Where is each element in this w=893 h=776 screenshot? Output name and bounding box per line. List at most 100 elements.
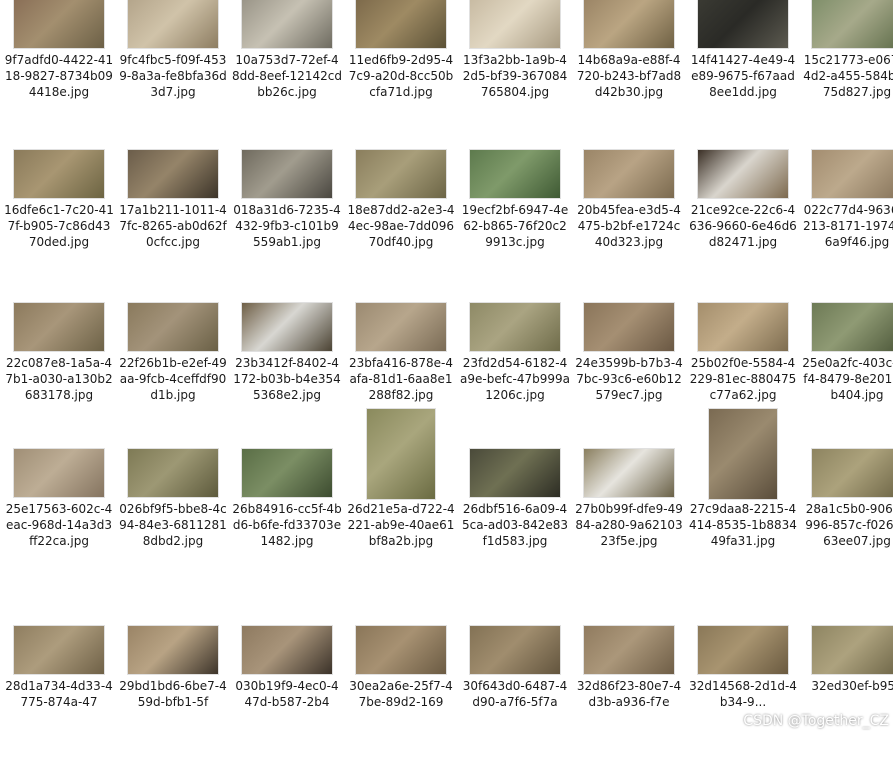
file-tile[interactable]: 13f3a2bb-1a9b-42d5-bf39-367084765804.jpg [458,0,572,150]
file-tile[interactable]: 25e0a2fc-403c-46f4-8479-8e2012fcb404.jpg [800,303,893,453]
file-tile[interactable]: 27c9daa8-2215-4414-8535-1b883449fa31.jpg [686,409,800,599]
image-thumbnail[interactable] [356,0,446,48]
file-tile[interactable]: 30ea2a6e-25f7-47be-89d2-169 [344,626,458,776]
thumbnail-container [458,449,572,497]
file-tile[interactable]: 14b68a9a-e88f-4720-b243-bf7ad8d42b30.jpg [572,0,686,150]
file-tile[interactable]: 25e17563-602c-4eac-968d-14a3d3ff22ca.jpg [2,449,116,599]
file-tile[interactable]: 9fc4fbc5-f09f-4539-8a3a-fe8bfa36d3d7.jpg [116,0,230,150]
image-thumbnail[interactable] [242,626,332,674]
file-tile[interactable]: 21ce92ce-22c6-4636-9660-6e46d6d82471.jpg [686,150,800,300]
file-tile[interactable]: 29bd1bd6-6be7-459d-bfb1-5f [116,626,230,776]
image-thumbnail[interactable] [128,449,218,497]
image-thumbnail[interactable] [128,150,218,198]
image-thumbnail[interactable] [242,449,332,497]
image-thumbnail[interactable] [584,303,674,351]
file-name-label: 20b45fea-e3d5-4475-b2bf-e1724c40d323.jpg [577,203,681,249]
file-tile[interactable]: 32ed30ef-b954 [800,626,893,776]
file-tile[interactable]: 18e87dd2-a2e3-44ec-98ae-7dd09670df40.jpg [344,150,458,300]
file-tile[interactable]: 030b19f9-4ec0-447d-b587-2b4 [230,626,344,776]
file-tile[interactable]: 23b3412f-8402-4172-b03b-b4e3545368e2.jpg [230,303,344,453]
file-name-label: 14f41427-4e49-4e89-9675-f67aad8ee1dd.jpg [690,53,796,99]
image-thumbnail[interactable] [242,0,332,48]
image-thumbnail[interactable] [470,303,560,351]
file-name-label: 21ce92ce-22c6-4636-9660-6e46d6d82471.jpg [689,203,797,249]
file-name-label: 030b19f9-4ec0-447d-b587-2b4 [235,679,339,709]
file-tile[interactable]: 30f643d0-6487-4d90-a7f6-5f7a [458,626,572,776]
file-tile[interactable]: 32d14568-2d1d-4b34-9... [686,626,800,776]
file-name-label: 18e87dd2-a2e3-44ec-98ae-7dd09670df40.jpg [347,203,455,249]
image-thumbnail[interactable] [698,303,788,351]
image-thumbnail[interactable] [128,303,218,351]
file-name-label: 32ed30ef-b954 [811,679,893,693]
image-thumbnail[interactable] [128,0,218,48]
thumbnail-container [230,626,344,674]
image-thumbnail[interactable] [356,150,446,198]
file-tile[interactable]: 26dbf516-6a09-45ca-ad03-842e83f1d583.jpg [458,449,572,599]
image-thumbnail[interactable] [470,0,560,48]
image-thumbnail[interactable] [584,0,674,48]
file-name-label: 25e0a2fc-403c-46f4-8479-8e2012fcb404.jpg [802,356,893,402]
thumbnail-container [572,150,686,198]
file-tile[interactable]: 24e3599b-b7b3-47bc-93c6-e60b12579ec7.jpg [572,303,686,453]
image-thumbnail[interactable] [584,150,674,198]
image-thumbnail[interactable] [812,303,893,351]
image-thumbnail[interactable] [14,0,104,48]
file-tile[interactable]: 16dfe6c1-7c20-417f-b905-7c86d4370ded.jpg [2,150,116,300]
image-thumbnail[interactable] [14,150,104,198]
thumbnail-container [800,0,893,48]
image-thumbnail[interactable] [242,150,332,198]
image-thumbnail[interactable] [242,303,332,351]
image-thumbnail[interactable] [14,449,104,497]
image-thumbnail[interactable] [584,449,674,497]
file-tile[interactable]: 20b45fea-e3d5-4475-b2bf-e1724c40d323.jpg [572,150,686,300]
file-tile[interactable]: 018a31d6-7235-4432-9fb3-c101b9559ab1.jpg [230,150,344,300]
file-tile[interactable]: 26b84916-cc5f-4bd6-b6fe-fd33703e1482.jpg [230,449,344,599]
image-thumbnail[interactable] [14,626,104,674]
file-tile[interactable]: 28a1c5b0-906f-4996-857c-f026b863ee07.jpg [800,449,893,599]
image-thumbnail[interactable] [709,409,777,499]
image-thumbnail[interactable] [470,449,560,497]
file-tile[interactable]: 27b0b99f-dfe9-4984-a280-9a6210323f5e.jpg [572,449,686,599]
thumbnail-container [686,303,800,351]
image-thumbnail[interactable] [367,409,435,499]
image-thumbnail[interactable] [698,0,788,48]
image-thumbnail[interactable] [14,303,104,351]
image-thumbnail[interactable] [470,626,560,674]
thumbnail-container [2,150,116,198]
image-thumbnail[interactable] [812,449,893,497]
image-thumbnail[interactable] [128,626,218,674]
image-thumbnail[interactable] [812,150,893,198]
file-tile[interactable]: 026bf9f5-bbe8-4c94-84e3-68112818dbd2.jpg [116,449,230,599]
file-tile[interactable]: 11ed6fb9-2d95-47c9-a20d-8cc50bcfa71d.jpg [344,0,458,150]
file-name-label: 23b3412f-8402-4172-b03b-b4e3545368e2.jpg [233,356,341,402]
image-thumbnail[interactable] [812,626,893,674]
file-tile[interactable]: 14f41427-4e49-4e89-9675-f67aad8ee1dd.jpg [686,0,800,150]
image-thumbnail[interactable] [470,150,560,198]
image-thumbnail[interactable] [812,0,893,48]
image-thumbnail[interactable] [356,303,446,351]
file-name-label: 022c77d4-9636-4213-8171-1974256a9f46.jpg [803,203,893,249]
file-name-label: 29bd1bd6-6be7-459d-bfb1-5f [119,679,227,709]
file-tile[interactable]: 23fd2d54-6182-4a9e-befc-47b999a1206c.jpg [458,303,572,453]
image-thumbnail[interactable] [698,150,788,198]
file-tile[interactable]: 10a753d7-72ef-48dd-8eef-12142cdbb26c.jpg [230,0,344,150]
file-tile[interactable]: 022c77d4-9636-4213-8171-1974256a9f46.jpg [800,150,893,300]
file-tile[interactable]: 28d1a734-4d33-4775-874a-47 [2,626,116,776]
thumbnail-container [230,303,344,351]
file-tile[interactable]: 22c087e8-1a5a-47b1-a030-a130b2683178.jpg [2,303,116,453]
file-tile[interactable]: 17a1b211-1011-47fc-8265-ab0d62f0cfcc.jpg [116,150,230,300]
image-thumbnail[interactable] [698,626,788,674]
file-tile[interactable]: 19ecf2bf-6947-4e62-b865-76f20c29913c.jpg [458,150,572,300]
file-tile[interactable]: 32d86f23-80e7-4d3b-a936-f7e [572,626,686,776]
thumbnail-container [458,0,572,48]
image-thumbnail[interactable] [584,626,674,674]
file-tile[interactable]: 26d21e5a-d722-4221-ab9e-40ae61bf8a2b.jpg [344,409,458,599]
file-name-label: 16dfe6c1-7c20-417f-b905-7c86d4370ded.jpg [4,203,114,249]
image-thumbnail[interactable] [356,626,446,674]
thumbnail-container [116,626,230,674]
file-tile[interactable]: 22f26b1b-e2ef-49aa-9fcb-4ceffdf90d1b.jpg [116,303,230,453]
file-tile[interactable]: 15c21773-e067-44d2-a455-584b7275d827.jpg [800,0,893,150]
file-tile[interactable]: 9f7adfd0-4422-4118-9827-8734b094418e.jpg [2,0,116,150]
file-name-label: 26dbf516-6a09-45ca-ad03-842e83f1d583.jpg [461,502,569,548]
file-name-label: 9fc4fbc5-f09f-4539-8a3a-fe8bfa36d3d7.jpg [119,53,227,99]
